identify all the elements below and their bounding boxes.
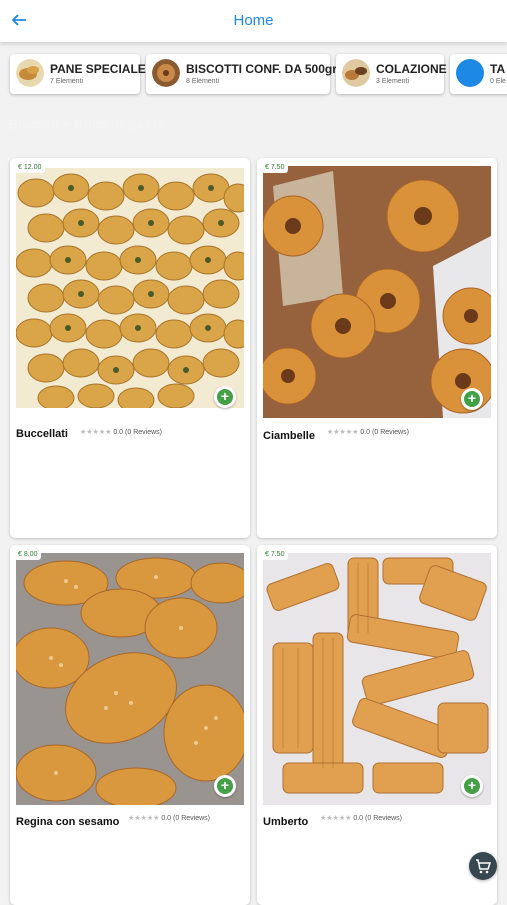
add-to-cart-button[interactable]: + (461, 775, 483, 797)
product-rating: ★★★★★ 0.0 (0 Reviews) (327, 428, 409, 436)
add-to-cart-button[interactable]: + (214, 386, 236, 408)
product-card-buccellati[interactable]: € 12.00 + Buccellati ★★★★★ 0.0 (0 Review… (10, 158, 250, 538)
product-name: Buccellati (16, 428, 68, 440)
product-name: Ciambelle (263, 430, 315, 442)
category-image (16, 59, 44, 87)
category-name: COLAZIONE (376, 62, 447, 76)
plus-icon: + (464, 778, 480, 794)
app-bar: Home (0, 0, 507, 42)
product-rating: ★★★★★ 0.0 (0 Reviews) (80, 428, 162, 436)
review-count: 0.0 (0 Reviews) (161, 815, 210, 822)
price-badge: € 7.50 (261, 162, 289, 173)
product-rating: ★★★★★ 0.0 (0 Reviews) (128, 814, 210, 822)
category-count: 0 Ele (490, 78, 506, 85)
page-title: Home (233, 12, 274, 29)
price-badge: € 7.50 (261, 549, 289, 560)
add-to-cart-button[interactable]: + (214, 775, 236, 797)
cart-icon[interactable] (469, 852, 497, 880)
category-chip-pane-speciale[interactable]: PANE SPECIALE 7 Elementi (10, 54, 146, 94)
price-badge: € 12.00 (14, 162, 46, 173)
plus-icon: + (217, 389, 233, 405)
product-image (263, 166, 491, 418)
category-name: PANE SPECIALE (50, 62, 146, 76)
product-image (263, 553, 491, 805)
star-rating-icon: ★★★★★ (128, 815, 160, 822)
star-rating-icon: ★★★★★ (320, 815, 352, 822)
product-name: Umberto (263, 816, 309, 828)
product-card-umberto[interactable]: € 7.50 + Umberto ★★★★★ 0.0 (0 Reviews) (257, 545, 497, 905)
price-badge: € 8.00 (14, 549, 42, 560)
category-name: TA (490, 62, 506, 76)
category-list: PANE SPECIALE 7 Elementi BISCOTTI CONF. … (0, 42, 507, 107)
product-image (16, 168, 244, 408)
review-count: 0.0 (0 Reviews) (113, 429, 162, 436)
product-card-ciambelle[interactable]: € 7.50 + Ciambelle ★★★★★ 0.0 (0 Reviews) (257, 158, 497, 538)
product-name: Regina con sesamo (16, 816, 120, 828)
category-chip-colazione[interactable]: COLAZIONE 3 Elementi (336, 54, 447, 94)
category-count: 7 Elementi (50, 78, 84, 85)
product-rating: ★★★★★ 0.0 (0 Reviews) (320, 814, 402, 822)
plus-icon: + (464, 391, 480, 407)
category-image (152, 59, 180, 87)
review-count: 0.0 (0 Reviews) (353, 815, 402, 822)
star-rating-icon: ★★★★★ (80, 429, 112, 436)
section-title: Biscotti e dolci di pasta (8, 116, 165, 132)
plus-icon: + (217, 778, 233, 794)
review-count: 0.0 (0 Reviews) (360, 429, 409, 436)
category-image (456, 59, 484, 87)
category-chip-biscotti[interactable]: BISCOTTI CONF. DA 500gr 8 Elementi (146, 54, 337, 94)
category-count: 3 Elementi (376, 78, 410, 85)
category-image (342, 59, 370, 87)
star-rating-icon: ★★★★★ (327, 429, 359, 436)
category-name: BISCOTTI CONF. DA 500gr (186, 62, 337, 76)
category-count: 8 Elementi (186, 78, 220, 85)
product-card-regina-con-sesamo[interactable]: € 8.00 + Regina con sesamo ★★★★★ 0.0 (0 … (10, 545, 250, 905)
add-to-cart-button[interactable]: + (461, 388, 483, 410)
product-image (16, 553, 244, 805)
category-chip-ta[interactable]: TA 0 Ele (450, 54, 507, 94)
